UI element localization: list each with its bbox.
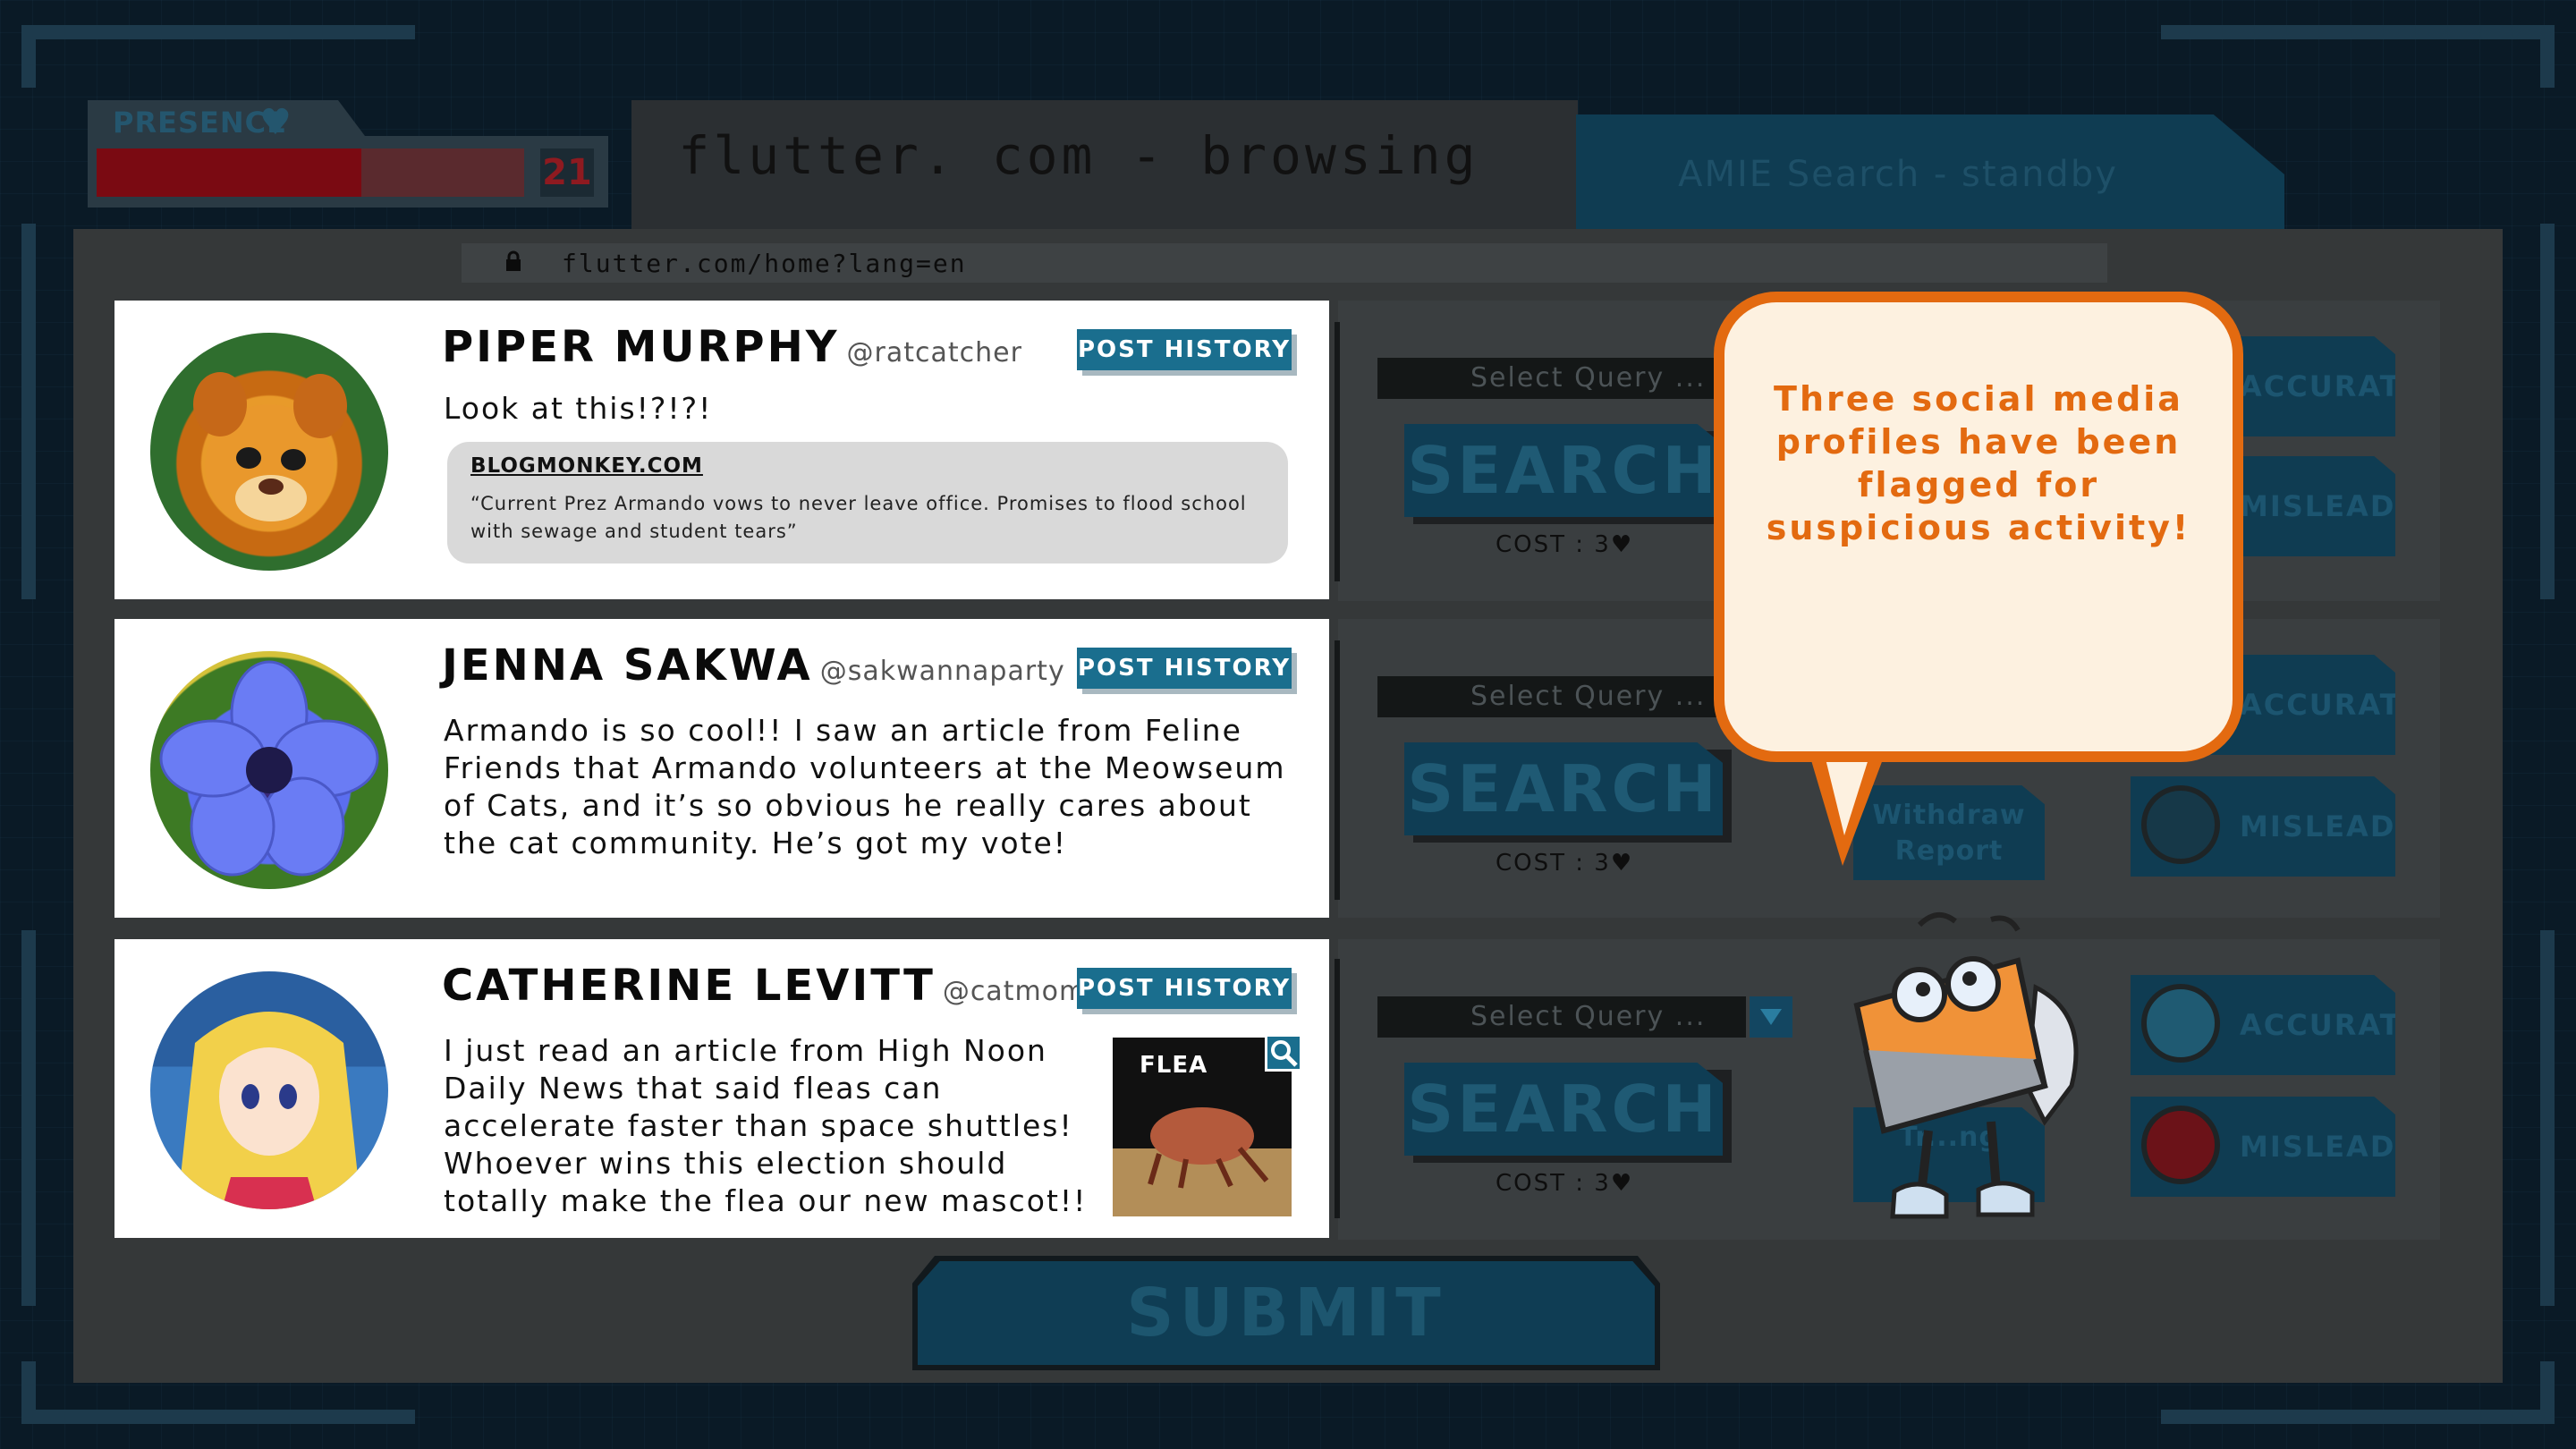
cost-label: COST : 3♥ — [1496, 531, 1634, 558]
search-button[interactable]: SEARCH — [1404, 424, 1723, 517]
author-handle: @ratcatcher — [846, 337, 1022, 369]
search-button[interactable]: SEARCH — [1404, 742, 1723, 835]
lion-cub-image — [193, 372, 347, 530]
tab-amie-search-label: AMIE Search - standby — [1678, 154, 2118, 195]
author-name: CATHERINE LEVITT @catmom42 — [442, 961, 1123, 1011]
presence-value: 21 — [540, 148, 594, 197]
frame-corner-top-left — [21, 25, 415, 88]
book-mascot-character — [1853, 912, 2079, 1219]
post-history-button[interactable]: POST HISTORY — [1077, 329, 1292, 370]
select-query-dropdown[interactable]: Select Query ... — [1377, 358, 1746, 399]
thumbs-down-icon — [2141, 1106, 2220, 1184]
search-button[interactable]: SEARCH — [1404, 1063, 1723, 1156]
post-text: Armando is so cool!! I saw an article fr… — [444, 713, 1286, 860]
post-card-2: JENNA SAKWA @sakwannaparty POST HISTORY A… — [114, 619, 1329, 918]
chevron-down-icon[interactable] — [1750, 996, 1792, 1038]
strip-divider — [1335, 640, 1340, 900]
post-history-button[interactable]: POST HISTORY — [1077, 968, 1292, 1009]
flea-image-label: FLEA — [1140, 1052, 1208, 1079]
post-text: I just read an article from High Noon Da… — [444, 1033, 1088, 1218]
link-source: BLOGMONKEY.COM — [470, 454, 703, 478]
frame-line-left-top — [21, 224, 36, 599]
cost-label: COST : 3♥ — [1496, 850, 1634, 877]
frame-corner-top-right — [2161, 25, 2555, 88]
post-history-button[interactable]: POST HISTORY — [1077, 648, 1292, 689]
presence-bar-fill — [97, 148, 361, 197]
post-card-1: PIPER MURPHY @ratcatcher POST HISTORY Loo… — [114, 301, 1329, 599]
link-headline: “Current Prez Armando vows to never leav… — [470, 493, 1247, 542]
frame-line-left-bottom — [21, 930, 36, 1306]
submit-findings-button[interactable]: SUBMIT FINDINGS — [918, 1261, 1655, 1365]
frame-line-right-top — [2540, 224, 2555, 599]
post-text: Look at this!?!?! — [444, 391, 713, 426]
flea-image — [1148, 1107, 1269, 1189]
avatar — [150, 333, 388, 571]
author-name: PIPER MURPHY @ratcatcher — [442, 322, 1022, 372]
strip-divider — [1335, 959, 1340, 1218]
post-card-3: CATHERINE LEVITT @catmom42 POST HISTORY I… — [114, 939, 1329, 1238]
author-handle: @sakwannaparty — [819, 656, 1065, 687]
accurate-button[interactable]: ACCURATE — [2131, 975, 2395, 1075]
misleading-button[interactable]: MISLEADING — [2131, 776, 2395, 877]
author-name: JENNA SAKWA @sakwannaparty — [442, 640, 1065, 691]
frame-line-right-bottom — [2540, 930, 2555, 1306]
cost-label: COST : 3♥ — [1496, 1170, 1634, 1197]
thumbs-down-icon — [2141, 785, 2220, 864]
heart-icon: ♥ — [259, 102, 292, 143]
blue-flower-image — [159, 660, 379, 877]
tab-browser-label: flutter. com - browsing — [678, 125, 1479, 186]
url-text: flutter.com/home?lang=en — [562, 249, 967, 278]
shared-link-preview[interactable]: BLOGMONKEY.COM “Current Prez Armando vow… — [447, 442, 1288, 564]
lock-icon — [506, 250, 521, 271]
misleading-button[interactable]: MISLEADING — [2131, 1097, 2395, 1197]
avatar — [150, 651, 388, 889]
magnify-icon[interactable] — [1265, 1034, 1302, 1072]
thumbs-up-icon — [2141, 984, 2220, 1063]
speech-bubble-text: Three social media profiles have been fl… — [1766, 379, 2191, 547]
strip-divider — [1335, 322, 1340, 581]
select-query-dropdown[interactable]: Select Query ... — [1377, 996, 1746, 1038]
avatar — [150, 971, 388, 1209]
select-query-dropdown[interactable]: Select Query ... — [1377, 676, 1746, 717]
flea-article-thumbnail[interactable]: FLEA — [1113, 1034, 1302, 1216]
anime-girl-image — [177, 1012, 361, 1209]
